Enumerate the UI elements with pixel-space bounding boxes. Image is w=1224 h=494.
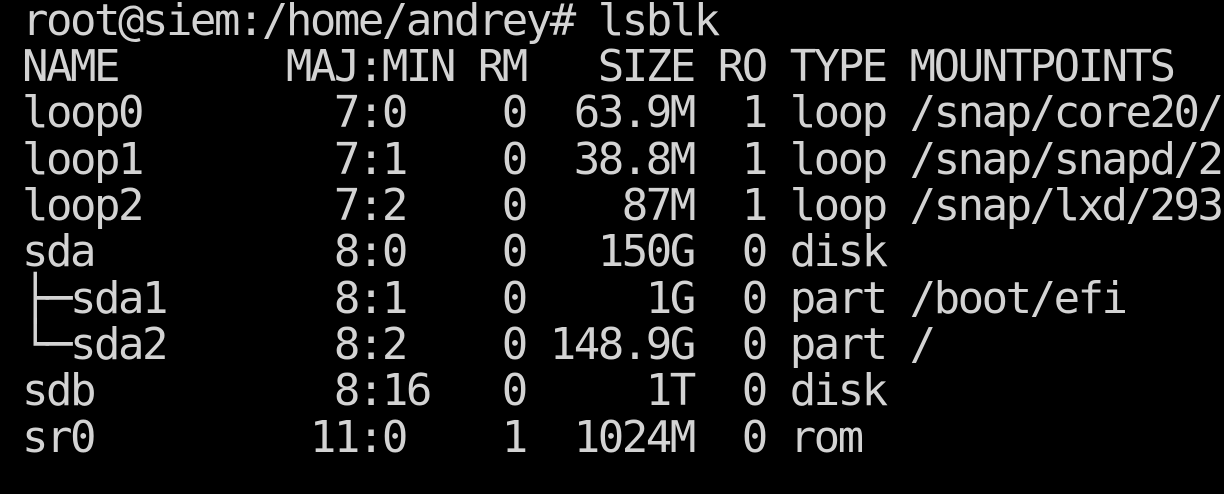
- shell-prompt: root@siem:/home/andrey#: [22, 0, 598, 46]
- table-row: loop2 7:2 0 87M 1 loop /snap/lxd/29351: [22, 180, 1224, 231]
- table-row: ├─sda1 8:1 0 1G 0 part /boot/efi: [22, 273, 1128, 324]
- table-row: loop1 7:1 0 38.8M 1 loop /snap/snapd/217…: [22, 134, 1224, 185]
- table-row: sr0 11:0 1 1024M 0 rom: [22, 412, 864, 463]
- table-row: └─sda2 8:2 0 148.9G 0 part /: [22, 319, 936, 370]
- command-text: lsblk: [597, 0, 720, 46]
- table-row: sdb 8:16 0 1T 0 disk: [22, 365, 888, 416]
- terminal-window[interactable]: root@siem:/home/andrey# lsblk NAME MAJ:M…: [0, 0, 1224, 494]
- command-line: root@siem:/home/andrey# lsblk: [22, 0, 720, 46]
- table-header: NAME MAJ:MIN RM SIZE RO TYPE MOUNTPOINTS: [22, 41, 1176, 92]
- table-row: loop0 7:0 0 63.9M 1 loop /snap/core20/23…: [22, 87, 1224, 138]
- table-row: sda 8:0 0 150G 0 disk: [22, 226, 888, 277]
